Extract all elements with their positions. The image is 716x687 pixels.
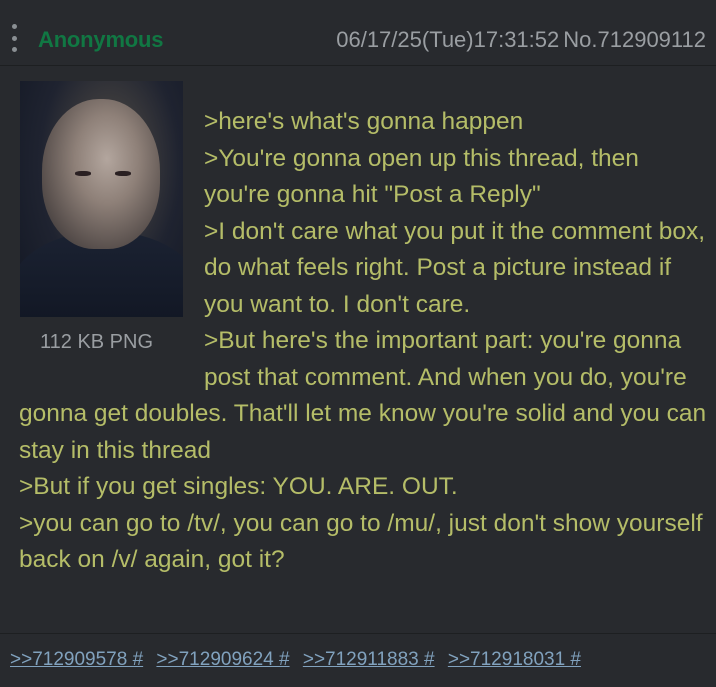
post-container: Anonymous 06/17/25(Tue)17:31:52 No.712909…: [0, 0, 716, 687]
post-header: Anonymous 06/17/25(Tue)17:31:52 No.712909…: [0, 0, 716, 66]
thumbnail-spacer: [19, 104, 204, 364]
reply-links: >>712909578 # >>712909624 # >>712911883 …: [0, 633, 716, 687]
greentext-line: >But if you get singles: YOU. ARE. OUT.: [19, 473, 458, 500]
post-number[interactable]: No.712909112: [563, 27, 706, 52]
post-comment: >here's what's gonna happen >You're gonn…: [19, 104, 709, 579]
reply-link[interactable]: >>712909578 #: [10, 649, 143, 670]
reply-link[interactable]: >>712918031 #: [448, 649, 581, 670]
post-date: 06/17/25(Tue)17:31:52: [336, 27, 560, 52]
reply-link[interactable]: >>712909624 #: [156, 649, 289, 670]
greentext-line: >you can go to /tv/, you can go to /mu/,…: [19, 509, 703, 574]
poster-name: Anonymous: [38, 27, 164, 52]
post-meta: 06/17/25(Tue)17:31:52 No.712909112: [336, 27, 706, 53]
vertical-dots-icon[interactable]: [10, 24, 18, 52]
reply-link[interactable]: >>712911883 #: [303, 649, 435, 670]
